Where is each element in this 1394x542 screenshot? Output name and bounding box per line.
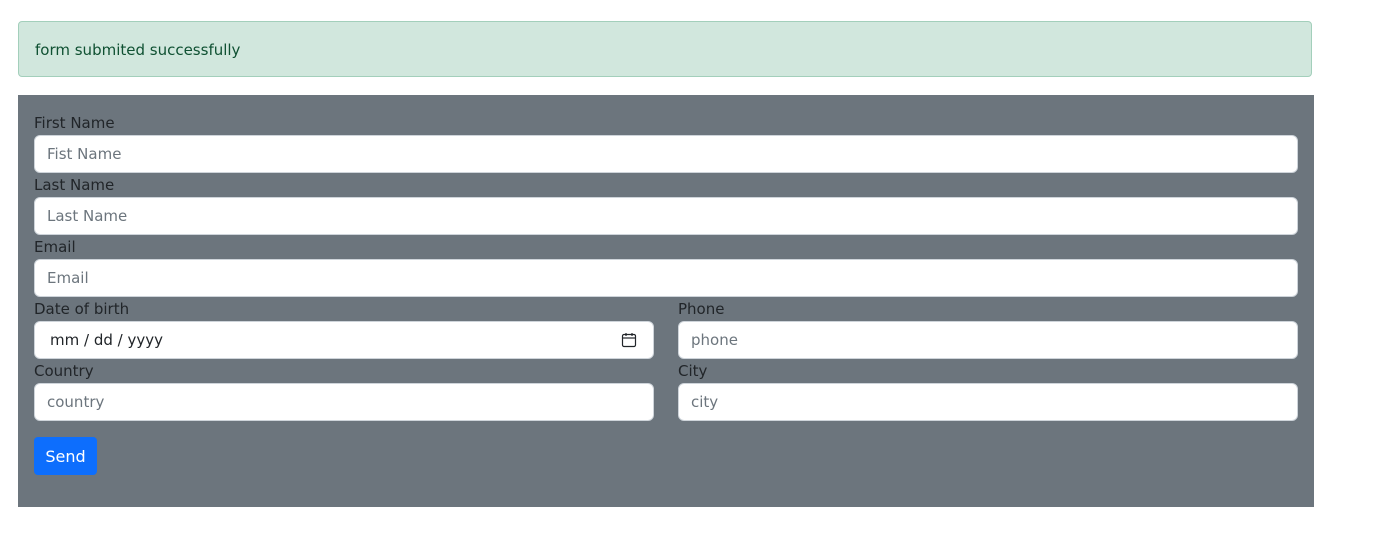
success-alert: form submited successfully	[18, 21, 1312, 77]
alert-message: form submited successfully	[35, 41, 241, 59]
send-button[interactable]: Send	[34, 437, 97, 475]
phone-input[interactable]	[678, 321, 1298, 359]
email-input[interactable]	[34, 259, 1298, 297]
city-label: City	[678, 362, 708, 380]
date-format-text: mm / dd / yyyy	[50, 331, 163, 349]
calendar-icon[interactable]	[621, 332, 637, 348]
date-of-birth-input[interactable]: mm / dd / yyyy	[34, 321, 654, 359]
last-name-input[interactable]	[34, 197, 1298, 235]
first-name-input[interactable]	[34, 135, 1298, 173]
last-name-label: Last Name	[34, 176, 115, 194]
phone-label: Phone	[678, 300, 725, 318]
date-of-birth-label: Date of birth	[34, 300, 130, 318]
registration-form: First Name Last Name Email Date of birth…	[18, 95, 1314, 507]
country-label: Country	[34, 362, 94, 380]
first-name-label: First Name	[34, 114, 115, 132]
country-input[interactable]	[34, 383, 654, 421]
email-label: Email	[34, 238, 76, 256]
city-input[interactable]	[678, 383, 1298, 421]
